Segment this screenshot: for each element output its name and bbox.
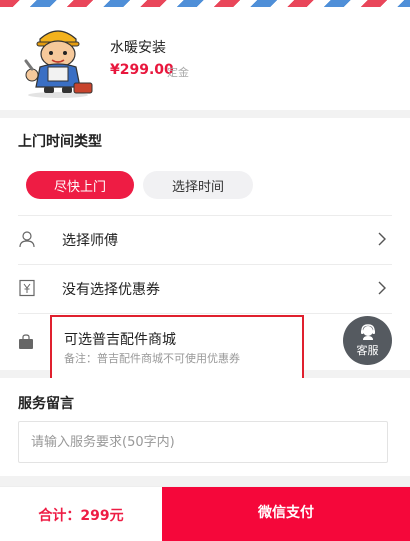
person-icon (19, 231, 35, 248)
accessory-mall-title: 可选普吉配件商城 (64, 332, 176, 348)
coupon-row[interactable]: 没有选择优惠券 (18, 265, 392, 313)
airmail-stripe (0, 0, 410, 7)
chevron-right-icon (378, 281, 386, 295)
product-price: ¥299.00 (110, 62, 174, 78)
product-card: 水暖安装 ¥299.00 定金 (0, 7, 410, 110)
service-message-title: 服务留言 (18, 396, 74, 412)
customer-service-label: 客服 (356, 344, 379, 357)
checkout-bar: 合计：299元 微信支付 (0, 486, 410, 541)
service-message-card: 服务留言 (0, 378, 410, 476)
customer-service-icon (360, 324, 375, 340)
choose-technician-row[interactable]: 选择师傅 (18, 216, 392, 264)
chevron-right-icon (378, 232, 386, 246)
asap-visit-button[interactable]: 尽快上门 (26, 171, 134, 199)
service-message-input[interactable] (18, 421, 388, 463)
visit-type-title: 上门时间类型 (18, 134, 102, 150)
wechat-pay-button[interactable]: 微信支付 (162, 487, 410, 541)
coupon-icon (19, 279, 35, 297)
choose-technician-label: 选择师傅 (62, 233, 118, 249)
customer-service-button[interactable]: 客服 (343, 316, 392, 365)
worker-mascot-icon (24, 30, 93, 98)
price-note: 定金 (167, 66, 189, 79)
wechat-pay-label: 微信支付 (258, 504, 314, 521)
accessory-mall-note: 备注：普吉配件商城不可使用优惠券 (64, 352, 240, 365)
coupon-label: 没有选择优惠券 (62, 282, 160, 298)
choose-time-button[interactable]: 选择时间 (143, 171, 253, 199)
bag-icon (19, 334, 33, 349)
order-total: 合计：299元 (38, 507, 124, 524)
divider (18, 313, 392, 314)
product-name: 水暖安装 (110, 40, 166, 56)
accessory-mall-row[interactable]: 可选普吉配件商城 备注：普吉配件商城不可使用优惠券 (50, 315, 304, 380)
